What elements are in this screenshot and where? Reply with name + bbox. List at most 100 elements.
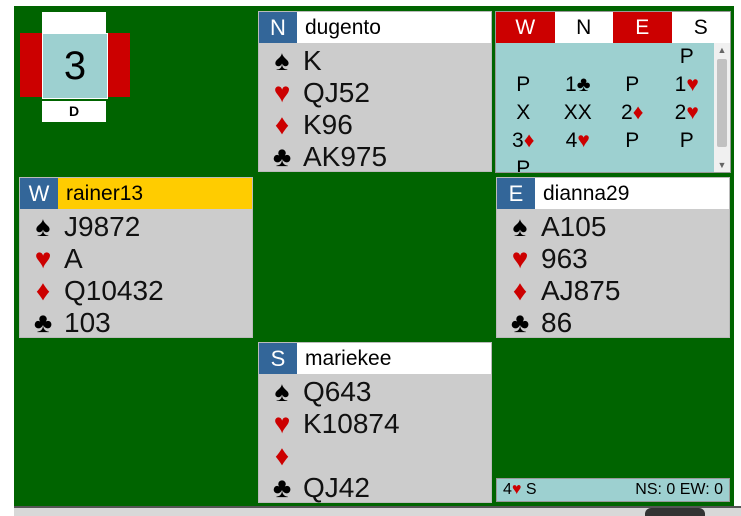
club-icon: ♣	[272, 141, 292, 172]
bid-text: P	[625, 129, 640, 152]
bid-suit-icon: ♦	[632, 101, 644, 124]
north-seat-badge: N	[259, 12, 297, 43]
bid-cell	[660, 155, 715, 172]
spade-icon: ♠	[35, 211, 51, 242]
bid-col-north: N	[554, 12, 613, 43]
bid-cell: 3♦	[496, 127, 551, 155]
bid-text: 2	[674, 101, 687, 124]
bid-text: 1	[565, 73, 577, 96]
north-hearts-cards[interactable]: QJ52	[303, 77, 370, 109]
bid-cell: P	[496, 71, 551, 99]
scroll-up-icon[interactable]: ▲	[714, 43, 730, 57]
bidding-grid: P P 1♣ P 1♥ X XX 2♦ 2♥ 3♦ 4♥ P P P	[496, 43, 715, 173]
vul-north-indicator	[42, 12, 106, 33]
bid-suit-icon: ♥	[686, 101, 699, 124]
west-spades-cards[interactable]: J9872	[64, 211, 140, 243]
west-clubs-cards[interactable]: 103	[64, 307, 111, 339]
south-hearts-cards[interactable]: K10874	[303, 408, 400, 440]
bid-text: P	[516, 157, 531, 173]
contract-declarer: S	[525, 481, 537, 498]
north-player-name[interactable]: dugento	[305, 12, 381, 43]
heart-icon: ♥	[273, 77, 291, 108]
club-icon: ♣	[510, 307, 530, 338]
bid-cell: 4♥	[551, 127, 606, 155]
north-hand: N dugento ♠ K ♥ QJ52 ♦ K96 ♣ AK975	[258, 11, 492, 172]
south-clubs: ♣ QJ42	[259, 472, 491, 504]
bid-text: P	[679, 45, 694, 68]
east-diamonds: ♦ AJ875	[497, 275, 729, 307]
diamond-icon: ♦	[274, 440, 290, 471]
south-diamonds: ♦	[259, 440, 491, 472]
bid-cell: P	[496, 155, 551, 173]
east-spades: ♠ A105	[497, 211, 729, 243]
west-diamonds-cards[interactable]: Q10432	[64, 275, 164, 307]
north-diamonds: ♦ K96	[259, 109, 491, 141]
bid-cell	[605, 43, 660, 71]
east-hand: E dianna29 ♠ A105 ♥ 963 ♦ AJ875 ♣ 86	[496, 177, 730, 338]
bid-cell: 2♦	[605, 99, 660, 127]
vul-west-indicator	[20, 33, 42, 97]
contract-level: 4	[503, 481, 512, 498]
bid-text: 1	[674, 73, 687, 96]
bid-cell: 1♣	[551, 71, 606, 99]
bid-cell	[551, 43, 606, 71]
east-clubs-cards[interactable]: 86	[541, 307, 572, 339]
east-diamonds-cards[interactable]: AJ875	[541, 275, 620, 307]
north-header: N dugento	[259, 12, 491, 43]
west-header: W rainer13	[20, 178, 252, 209]
east-spades-cards[interactable]: A105	[541, 211, 606, 243]
bid-text: X	[516, 101, 531, 124]
east-seat-badge: E	[497, 178, 535, 209]
bid-text: 2	[621, 101, 633, 124]
bid-row: P	[496, 155, 715, 173]
bid-text: XX	[563, 101, 592, 124]
bid-suit-icon: ♦	[523, 129, 535, 152]
west-hearts-cards[interactable]: A	[64, 243, 83, 275]
east-hearts-cards[interactable]: 963	[541, 243, 588, 275]
south-player-name[interactable]: mariekee	[305, 343, 391, 374]
bid-suit-icon: ♥	[577, 129, 590, 152]
north-spades-cards[interactable]: K	[303, 45, 322, 77]
north-spades: ♠ K	[259, 45, 491, 77]
bid-suit-icon: ♣	[576, 73, 591, 96]
north-clubs-cards[interactable]: AK975	[303, 141, 387, 173]
west-player-name[interactable]: rainer13	[66, 178, 143, 209]
west-hearts: ♥ A	[20, 243, 252, 275]
south-clubs-cards[interactable]: QJ42	[303, 472, 370, 504]
south-hand: S mariekee ♠ Q643 ♥ K10874 ♦ ♣ QJ42	[258, 342, 492, 503]
bid-cell	[605, 155, 660, 172]
vul-east-indicator	[106, 33, 130, 97]
east-header: E dianna29	[497, 178, 729, 209]
bid-text: 3	[512, 129, 524, 152]
heart-icon: ♥	[273, 408, 291, 439]
west-clubs: ♣ 103	[20, 307, 252, 339]
bidding-header: W N E S	[496, 12, 730, 43]
scroll-thumb[interactable]	[717, 59, 727, 147]
window-margin	[0, 0, 14, 514]
spade-icon: ♠	[274, 376, 290, 407]
bid-row: P 1♣ P 1♥	[496, 71, 714, 99]
heart-icon: ♥	[511, 243, 529, 274]
bottom-panel	[14, 506, 741, 516]
bidding-scrollbar[interactable]: ▲ ▼	[714, 43, 730, 172]
contract: 4♥ S	[503, 479, 537, 501]
east-player-name[interactable]: dianna29	[543, 178, 629, 209]
scroll-down-icon[interactable]: ▼	[714, 158, 730, 172]
diamond-icon: ♦	[512, 275, 528, 306]
diamond-icon: ♦	[274, 109, 290, 140]
bid-col-west: W	[496, 12, 555, 43]
bid-cell: XX	[551, 99, 606, 127]
west-seat-badge: W	[20, 178, 58, 209]
south-spades-cards[interactable]: Q643	[303, 376, 372, 408]
bid-text: P	[679, 129, 694, 152]
club-icon: ♣	[272, 472, 292, 503]
north-diamonds-cards[interactable]: K96	[303, 109, 353, 141]
south-seat-badge: S	[259, 343, 297, 374]
heart-icon: ♥	[511, 481, 522, 498]
bid-cell	[496, 43, 551, 71]
east-clubs: ♣ 86	[497, 307, 729, 339]
bid-cell: X	[496, 99, 551, 127]
east-hearts: ♥ 963	[497, 243, 729, 275]
club-icon: ♣	[33, 307, 53, 338]
south-spades: ♠ Q643	[259, 376, 491, 408]
